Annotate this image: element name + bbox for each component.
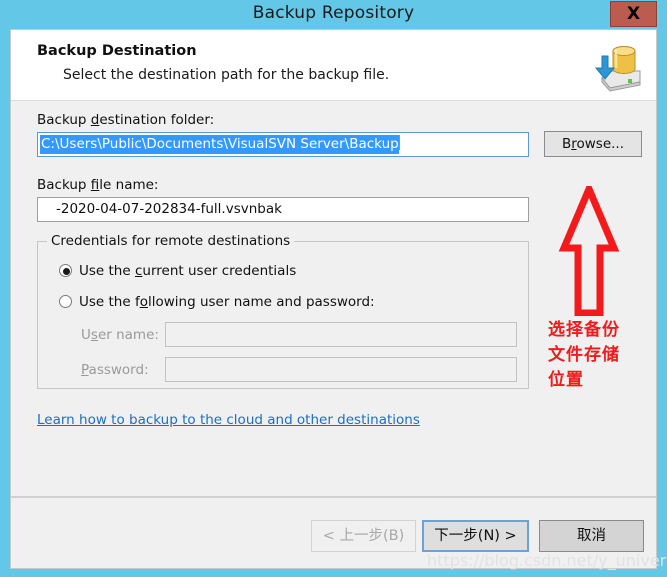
backup-filename-input[interactable]: -2020-04-07-202834-full.vsvnbak: [37, 197, 529, 222]
backup-folder-value: C:\Users\Public\Documents\VisualSVN Serv…: [40, 135, 399, 154]
radio-indicator: [59, 295, 72, 308]
text-caret: [398, 135, 400, 150]
username-label: User name:: [81, 327, 159, 343]
backup-database-drive-icon: [588, 38, 644, 94]
cancel-button[interactable]: 取消: [539, 520, 644, 552]
next-button[interactable]: 下一步(N) >: [422, 520, 529, 552]
annotation-line-1: 选择备份: [548, 320, 620, 340]
backup-filename-label: Backup file name:: [37, 177, 159, 193]
wizard-header: Backup Destination Select the destinatio…: [11, 30, 656, 101]
annotation-line-3: 位置: [548, 370, 584, 390]
radio-indicator: [59, 264, 72, 277]
page-subtitle: Select the destination path for the back…: [63, 67, 390, 83]
wizard-footer: < 上一步(B) 下一步(N) > 取消: [11, 498, 656, 568]
close-button[interactable]: X: [610, 1, 657, 27]
radio-use-current-credentials[interactable]: Use the current user credentials: [59, 263, 296, 279]
backup-folder-label: Backup destination folder:: [37, 112, 215, 128]
password-input[interactable]: [165, 357, 517, 382]
window-titlebar: Backup Repository X: [0, 0, 667, 29]
radio-use-following-credentials[interactable]: Use the following user name and password…: [59, 294, 375, 310]
annotation-text: 选择备份 文件存储 位置: [548, 318, 653, 393]
page-title: Backup Destination: [37, 43, 197, 59]
wizard-content: Backup destination folder: C:\Users\Publ…: [11, 102, 656, 497]
window-title: Backup Repository: [252, 3, 415, 23]
annotation-line-2: 文件存储: [548, 345, 620, 365]
credentials-legend: Credentials for remote destinations: [47, 233, 295, 249]
username-input[interactable]: [165, 322, 517, 347]
back-button[interactable]: < 上一步(B): [311, 520, 416, 552]
backup-folder-input[interactable]: C:\Users\Public\Documents\VisualSVN Serv…: [37, 132, 529, 157]
password-label: Password:: [81, 362, 149, 378]
backup-repository-dialog: Backup Destination Select the destinatio…: [10, 29, 657, 569]
cloud-destinations-link[interactable]: Learn how to backup to the cloud and oth…: [37, 412, 420, 428]
browse-button[interactable]: Browse...: [544, 131, 642, 157]
